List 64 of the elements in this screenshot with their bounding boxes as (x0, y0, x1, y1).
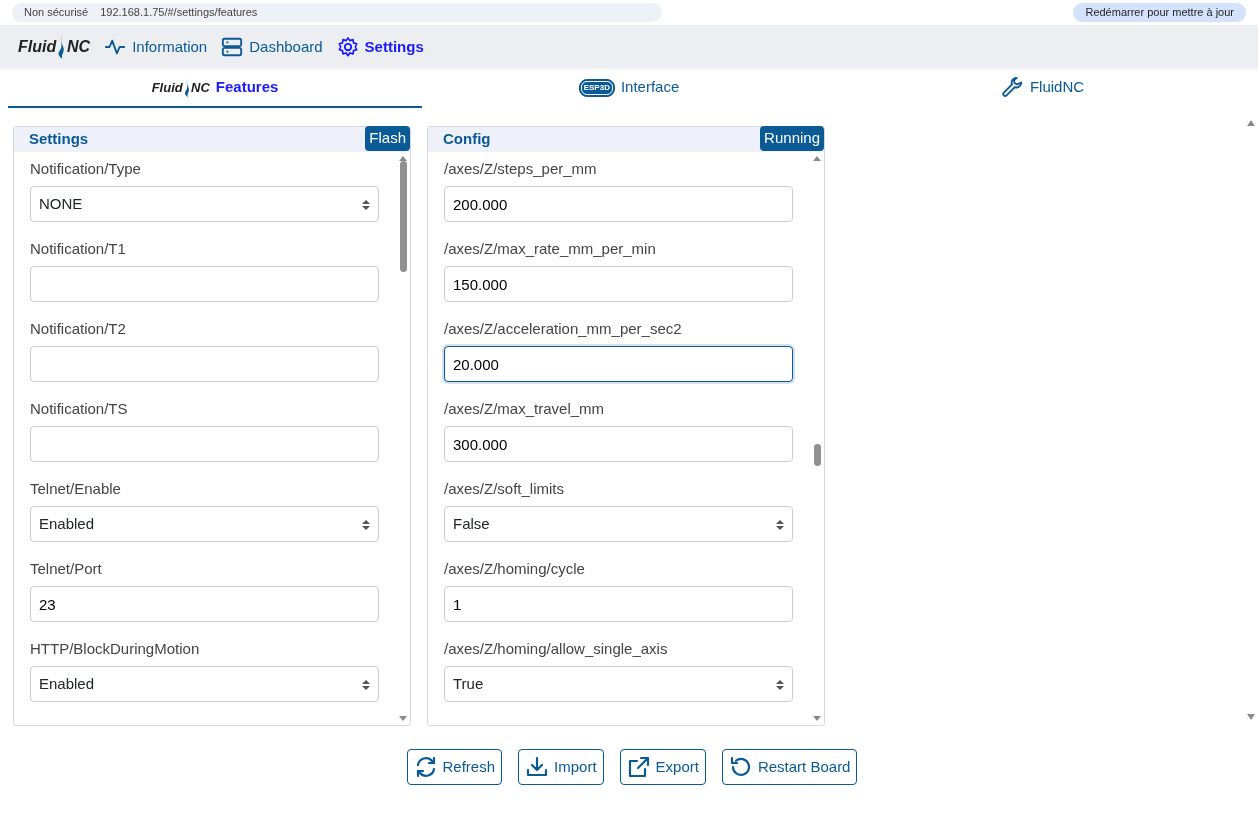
field-label: Notification/T2 (30, 319, 127, 338)
field-label: Telnet/Port (30, 559, 103, 578)
tab-label: Features (215, 77, 279, 98)
logo-text: Fluid (151, 78, 183, 97)
input-field[interactable]: 23 (30, 586, 379, 622)
field-label: /axes/Z/homing/cycle (444, 559, 586, 578)
scroll-down-icon[interactable] (813, 716, 821, 722)
nav-link[interactable]: Settings (336, 35, 424, 59)
select-field[interactable]: False (444, 506, 793, 542)
input-field[interactable]: 200.000 (444, 186, 793, 222)
server-icon (221, 36, 244, 58)
select-field[interactable]: True (444, 666, 793, 702)
action-button[interactable]: Import (518, 749, 604, 785)
status-badge: Flash (365, 126, 410, 151)
nav-link[interactable]: Information (104, 35, 208, 59)
restart-icon (728, 755, 753, 779)
nav-link[interactable]: Dashboard (221, 35, 323, 59)
select-field[interactable]: Enabled (30, 666, 379, 702)
panel-title: Config (443, 129, 491, 150)
field-label: /axes/Z/steps_per_mm (444, 159, 598, 178)
status-badge: Running (760, 126, 824, 151)
field-label: /axes/Z/acceleration_mm_per_sec2 (444, 319, 683, 338)
field-label: /axes/Z/max_rate_mm_per_min (444, 239, 657, 258)
input-field[interactable]: 1 (444, 586, 793, 622)
tab[interactable]: ESP3D Interface (422, 69, 836, 108)
action-button[interactable]: Restart Board (721, 749, 858, 785)
action-button[interactable]: Export (619, 749, 706, 785)
tab-label: FluidNC (1029, 77, 1085, 98)
field-label: Telnet/Enable (30, 479, 122, 498)
logo-text: NC (67, 37, 91, 57)
input-field[interactable] (30, 426, 379, 462)
security-label: Non sécurisé (24, 5, 89, 21)
tab[interactable]: Fluid NC Features (8, 69, 422, 108)
download-icon (525, 755, 550, 779)
wrench-icon (1001, 76, 1024, 99)
field-label: /axes/Z/soft_limits (444, 479, 566, 498)
input-field[interactable] (30, 346, 379, 382)
logo-text: Fluid (18, 37, 57, 57)
select-field[interactable]: Enabled (30, 506, 379, 542)
field-label: Notification/T1 (30, 239, 127, 258)
input-field[interactable] (30, 266, 379, 302)
panel-title: Settings (29, 129, 89, 150)
external-link-icon (626, 755, 651, 779)
action-button[interactable]: Refresh (406, 749, 503, 785)
scrollbar-thumb[interactable] (399, 161, 407, 272)
input-field[interactable]: 300.000 (444, 426, 793, 462)
settings-icon (336, 36, 359, 58)
input-field[interactable]: 20.000 (444, 346, 793, 382)
field-label: HTTP/BlockDuringMotion (30, 639, 201, 658)
field-label: /axes/Z/homing/allow_single_axis (444, 639, 669, 658)
field-label: Notification/Type (30, 159, 142, 178)
tab-label: Interface (620, 77, 680, 98)
select-field[interactable]: NONE (30, 186, 379, 222)
scroll-down-icon[interactable] (399, 716, 407, 722)
logo-text: NC (191, 78, 210, 97)
input-field[interactable]: 150.000 (444, 266, 793, 302)
update-button[interactable]: Redémarrer pour mettre à jour (1073, 3, 1246, 22)
scroll-up-icon[interactable] (813, 155, 821, 161)
tab[interactable]: FluidNC (836, 69, 1250, 108)
scrollbar-thumb[interactable] (813, 444, 821, 467)
field-label: Notification/TS (30, 399, 129, 418)
esp3d-logo: ESP3D (578, 78, 615, 97)
address-bar[interactable]: 192.168.1.75/#/settings/features (100, 4, 258, 21)
field-label: /axes/Z/max_travel_mm (444, 399, 606, 418)
